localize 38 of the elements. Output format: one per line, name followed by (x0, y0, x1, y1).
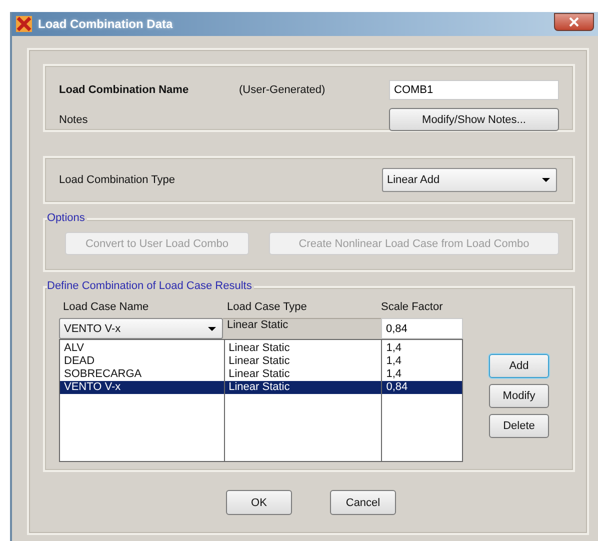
field-label: Load Combination Type (59, 174, 175, 186)
type-dropdown[interactable]: Linear Add (382, 168, 557, 192)
list-item[interactable]: ALV (60, 342, 224, 355)
list-item[interactable]: Linear Static (224, 381, 382, 394)
close-button[interactable] (554, 13, 594, 31)
close-icon (569, 17, 579, 27)
action-button[interactable]: Modify (489, 384, 549, 408)
generated-note: (User-Generated) (239, 84, 326, 96)
list-item[interactable]: Linear Static (224, 368, 382, 381)
caret-icon (208, 326, 216, 330)
window-title: Load Combination Data (38, 17, 174, 31)
list-item[interactable]: Linear Static (224, 342, 382, 355)
list-item[interactable]: SOBRECARGA (60, 368, 224, 381)
name-field[interactable]: COMB1 (389, 80, 559, 100)
scale-factor-field[interactable]: 0,84 (381, 318, 463, 339)
load-case-dropdown[interactable]: VENTO V-x (59, 318, 223, 339)
app-logo-icon (16, 16, 32, 32)
group-title: Options (47, 212, 87, 224)
list-item[interactable]: DEAD (60, 355, 224, 368)
field-label: Notes (59, 114, 89, 126)
group-title: Define Combination of Load Case Results (47, 280, 254, 292)
list-item[interactable]: 1,4 (382, 342, 462, 355)
list-item[interactable]: VENTO V-x (60, 381, 224, 394)
action-button[interactable]: Add (489, 354, 549, 378)
load-case-type: Linear Static (223, 318, 381, 339)
dialog-button[interactable]: OK (226, 490, 292, 515)
field-label: Load Combination Name (59, 84, 190, 96)
list-item[interactable]: 1,4 (382, 355, 462, 368)
list-item[interactable]: 1,4 (382, 368, 462, 381)
list-item[interactable]: Linear Static (224, 355, 382, 368)
caret-icon (542, 178, 550, 182)
list-item[interactable]: 0,84 (382, 381, 462, 394)
column-header: Load Case Type (226, 301, 308, 313)
action-button[interactable]: Delete (489, 414, 549, 438)
notes-button[interactable]: Modify/Show Notes... (389, 108, 559, 131)
column-header: Load Case Name (62, 301, 150, 313)
dialog-button[interactable]: Cancel (330, 490, 396, 515)
column-header: Scale Factor (381, 301, 443, 313)
